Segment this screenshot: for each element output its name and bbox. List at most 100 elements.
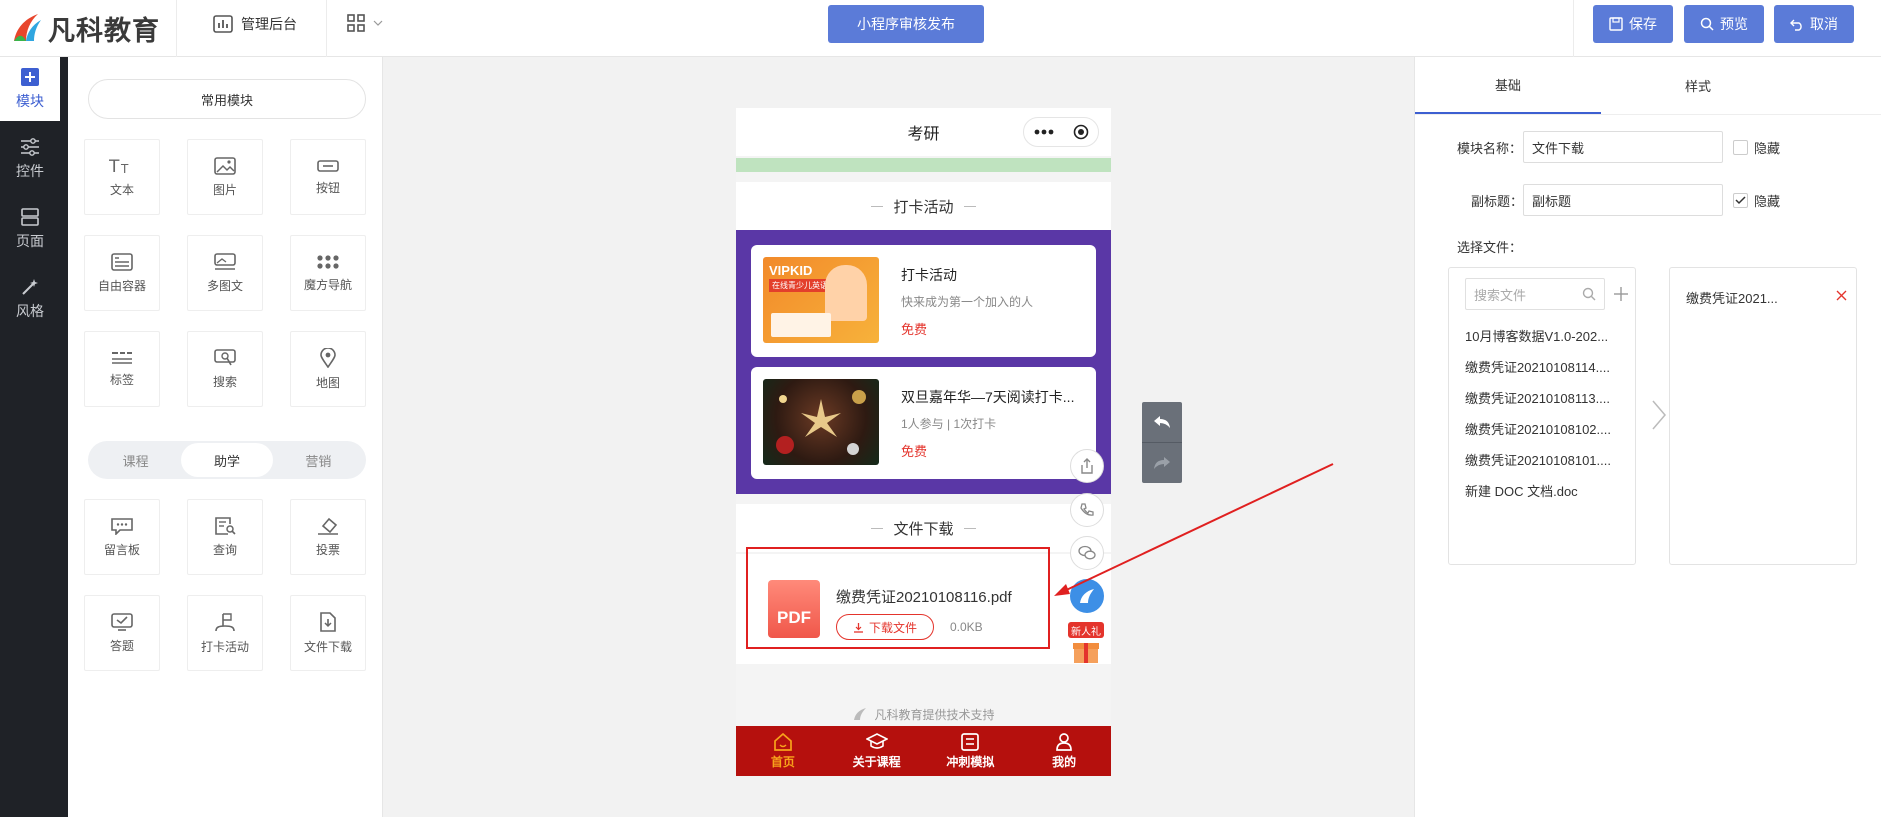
module-vote[interactable]: 投票 xyxy=(290,499,366,575)
miniprogram-capsule[interactable] xyxy=(1023,117,1099,147)
subtitle-hide-checkbox[interactable]: 隐藏 xyxy=(1733,191,1780,210)
add-icon[interactable] xyxy=(1614,287,1628,301)
svg-text:T: T xyxy=(109,157,120,175)
subtitle-input[interactable]: 副标题 xyxy=(1523,184,1723,216)
plus-square-icon xyxy=(21,67,39,86)
checkbox-box-checked xyxy=(1733,193,1748,208)
tab-assist[interactable]: 助学 xyxy=(181,443,273,477)
module-label: 自由容器 xyxy=(97,278,146,293)
module-checkin[interactable]: 打卡活动 xyxy=(187,595,263,671)
module-tabs[interactable]: 标签 xyxy=(84,331,160,407)
admin-link[interactable]: 管理后台 xyxy=(213,14,297,34)
module-free-container[interactable]: 自由容器 xyxy=(84,235,160,311)
module-name-hide-checkbox[interactable]: 隐藏 xyxy=(1733,138,1780,157)
file-list-item[interactable]: 缴费凭证20210108113.... xyxy=(1465,388,1620,407)
gift-box-icon xyxy=(1073,643,1099,663)
divider xyxy=(1573,0,1574,57)
divider xyxy=(176,0,177,57)
undo-redo-panel xyxy=(1142,402,1182,483)
new-gift-label: 新人礼 xyxy=(1068,622,1104,638)
subtitle-label: 副标题： xyxy=(1471,194,1524,209)
module-answer[interactable]: 答题 xyxy=(84,595,160,671)
tab-basic[interactable]: 基础 xyxy=(1415,57,1601,114)
file-list-item[interactable]: 10月博客数据V1.0-202... xyxy=(1465,326,1620,345)
file-list-item[interactable]: 新建 DOC 文档.doc xyxy=(1465,481,1620,500)
checkin-list: VIPKID 在线青少儿英语 打卡活动 快来成为第一个加入的人 免费 双旦嘉年华… xyxy=(736,230,1111,494)
publish-miniprogram-button[interactable]: 小程序审核发布 xyxy=(828,5,984,43)
checkin-card[interactable]: VIPKID 在线青少儿英语 打卡活动 快来成为第一个加入的人 免费 xyxy=(751,245,1096,357)
module-multi-image-text[interactable]: 多图文 xyxy=(187,235,263,311)
module-button[interactable]: 按钮 xyxy=(290,139,366,215)
vote-icon xyxy=(318,517,338,535)
module-label: 按钮 xyxy=(315,180,340,195)
answer-icon xyxy=(111,612,133,631)
tab-mock-exam[interactable]: 冲刺模拟 xyxy=(924,726,1018,776)
annotation-arrow xyxy=(1054,463,1334,596)
more-dots-icon xyxy=(1034,129,1053,135)
module-map[interactable]: 地图 xyxy=(290,331,366,407)
module-panel: 常用模块 TT 文本 图片 按钮 自由容器 多图文 魔方导航 标签 搜索 地图 … xyxy=(68,57,383,817)
file-search-input[interactable]: 搜索文件 xyxy=(1465,278,1605,310)
tabs-icon xyxy=(112,351,132,364)
new-user-gift[interactable]: 新人礼 xyxy=(1068,622,1104,664)
card-price: 免费 xyxy=(901,444,928,459)
home-icon xyxy=(774,732,792,751)
file-list-item[interactable]: 缴费凭证20210108114.... xyxy=(1465,357,1620,376)
module-query[interactable]: 查询 xyxy=(187,499,263,575)
nav-item-controls[interactable]: 控件 xyxy=(0,127,60,191)
text-icon: TT xyxy=(109,157,129,175)
checkin-section-title: 打卡活动 xyxy=(736,182,1111,230)
remove-icon[interactable] xyxy=(1836,290,1847,301)
module-search[interactable]: 搜索 xyxy=(187,331,263,407)
module-image[interactable]: 图片 xyxy=(187,139,263,215)
checkmark-icon xyxy=(1735,196,1746,205)
tab-home[interactable]: 首页 xyxy=(736,726,830,776)
graduation-cap-icon xyxy=(865,732,888,749)
nav-item-style[interactable]: 风格 xyxy=(0,267,60,331)
redo-button[interactable] xyxy=(1142,443,1182,483)
checkbox-label: 隐藏 xyxy=(1754,194,1781,209)
file-list-item[interactable]: 缴费凭证20210108102.... xyxy=(1465,419,1620,438)
checkbox-label: 隐藏 xyxy=(1754,141,1781,156)
undo-button[interactable] xyxy=(1142,402,1182,442)
save-icon xyxy=(1609,17,1623,31)
search-icon xyxy=(1582,287,1596,301)
nav-label: 控件 xyxy=(16,162,44,179)
preview-button[interactable]: 预览 xyxy=(1684,5,1764,43)
chevron-down-icon xyxy=(373,20,383,26)
app-grid-menu[interactable] xyxy=(347,14,383,32)
search-icon xyxy=(214,348,236,365)
module-name-input[interactable]: 文件下载 xyxy=(1523,131,1723,163)
tab-label: 冲刺模拟 xyxy=(946,754,995,769)
module-label: 投票 xyxy=(315,542,340,557)
chevron-right-icon[interactable] xyxy=(1651,399,1667,431)
multi-image-text-icon xyxy=(214,252,236,270)
card-subtitle: 1人参与 | 1次打卡 xyxy=(901,417,997,431)
file-list-item[interactable]: 缴费凭证20210108101.... xyxy=(1465,450,1620,469)
tab-marketing[interactable]: 营销 xyxy=(273,443,364,477)
query-icon xyxy=(215,516,236,535)
tab-style[interactable]: 样式 xyxy=(1605,57,1791,114)
logo-icon xyxy=(854,708,867,720)
checkin-card[interactable]: 双旦嘉年华—7天阅读打卡... 1人参与 | 1次打卡 免费 xyxy=(751,367,1096,479)
nav-item-modules[interactable]: 模块 xyxy=(0,57,60,121)
module-file-download[interactable]: 文件下载 xyxy=(290,595,366,671)
footer-tip-text: 凡科教育提供技术支持 xyxy=(874,707,995,722)
module-cube-nav[interactable]: 魔方导航 xyxy=(290,235,366,311)
top-bar: 凡科教育 管理后台 小程序审核发布 保存 预览 取消 xyxy=(0,0,1881,57)
tab-about-course[interactable]: 关于课程 xyxy=(830,726,924,776)
module-text[interactable]: TT 文本 xyxy=(84,139,160,215)
tab-mine[interactable]: 我的 xyxy=(1017,726,1111,776)
bar-chart-icon xyxy=(213,15,233,33)
cancel-button[interactable]: 取消 xyxy=(1774,5,1854,43)
module-message-board[interactable]: 留言板 xyxy=(84,499,160,575)
nav-item-pages[interactable]: 页面 xyxy=(0,197,60,261)
tab-course[interactable]: 课程 xyxy=(90,443,181,477)
logo[interactable]: 凡科教育 xyxy=(10,8,160,48)
undo-arrow-icon xyxy=(1154,416,1170,428)
file-download-icon xyxy=(320,611,336,632)
left-nav: 模块 控件 页面 风格 xyxy=(0,57,68,817)
save-button[interactable]: 保存 xyxy=(1593,5,1673,43)
card-image: VIPKID 在线青少儿英语 xyxy=(763,257,879,343)
common-modules-header[interactable]: 常用模块 xyxy=(88,79,366,119)
